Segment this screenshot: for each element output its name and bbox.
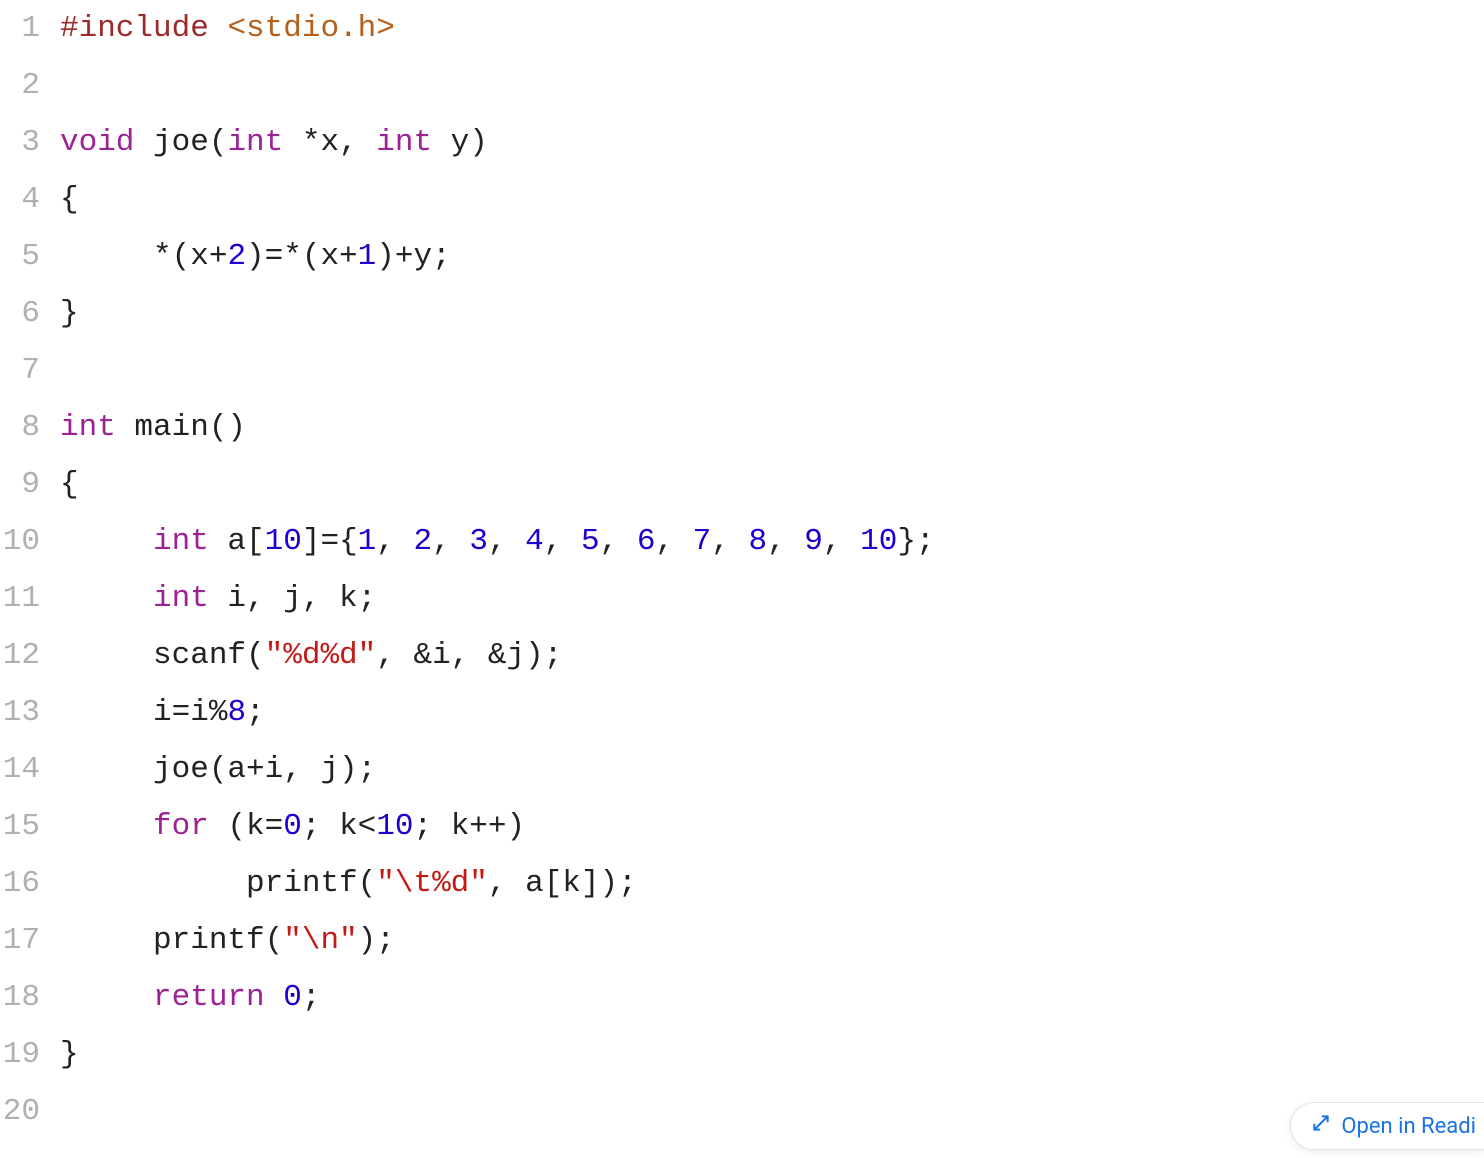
code-line: for (k=0; k<10; k++) [60,798,1484,855]
line-number: 6 [0,285,40,342]
line-number: 20 [0,1083,40,1140]
open-in-reader-button[interactable]: Open in Readi [1290,1102,1484,1150]
code-content[interactable]: #include <stdio.h> void joe(int *x, int … [50,0,1484,1140]
code-line: i=i%8; [60,684,1484,741]
line-number: 19 [0,1026,40,1083]
line-number: 1 [0,0,40,57]
code-line [60,57,1484,114]
line-number: 11 [0,570,40,627]
code-line: int a[10]={1, 2, 3, 4, 5, 6, 7, 8, 9, 10… [60,513,1484,570]
code-line: } [60,1026,1484,1083]
code-line: { [60,456,1484,513]
line-number: 16 [0,855,40,912]
open-in-reader-label: Open in Readi [1341,1114,1476,1139]
code-line: scanf("%d%d", &i, &j); [60,627,1484,684]
code-editor: 1 2 3 4 5 6 7 8 9 10 11 12 13 14 15 16 1… [0,0,1484,1140]
line-number: 4 [0,171,40,228]
line-number: 12 [0,627,40,684]
line-number: 5 [0,228,40,285]
code-line: joe(a+i, j); [60,741,1484,798]
line-number: 13 [0,684,40,741]
line-number: 3 [0,114,40,171]
line-number: 17 [0,912,40,969]
code-line: { [60,171,1484,228]
line-number-gutter: 1 2 3 4 5 6 7 8 9 10 11 12 13 14 15 16 1… [0,0,50,1140]
code-line: int i, j, k; [60,570,1484,627]
code-line: printf("\n"); [60,912,1484,969]
line-number: 7 [0,342,40,399]
line-number: 18 [0,969,40,1026]
code-line: return 0; [60,969,1484,1026]
line-number: 10 [0,513,40,570]
line-number: 2 [0,57,40,114]
code-line [60,342,1484,399]
line-number: 14 [0,741,40,798]
code-line: printf("\t%d", a[k]); [60,855,1484,912]
code-line: void joe(int *x, int y) [60,114,1484,171]
expand-icon [1311,1113,1331,1139]
line-number: 8 [0,399,40,456]
code-line: int main() [60,399,1484,456]
code-line: *(x+2)=*(x+1)+y; [60,228,1484,285]
code-line: } [60,285,1484,342]
code-line: #include <stdio.h> [60,0,1484,57]
line-number: 9 [0,456,40,513]
line-number: 15 [0,798,40,855]
